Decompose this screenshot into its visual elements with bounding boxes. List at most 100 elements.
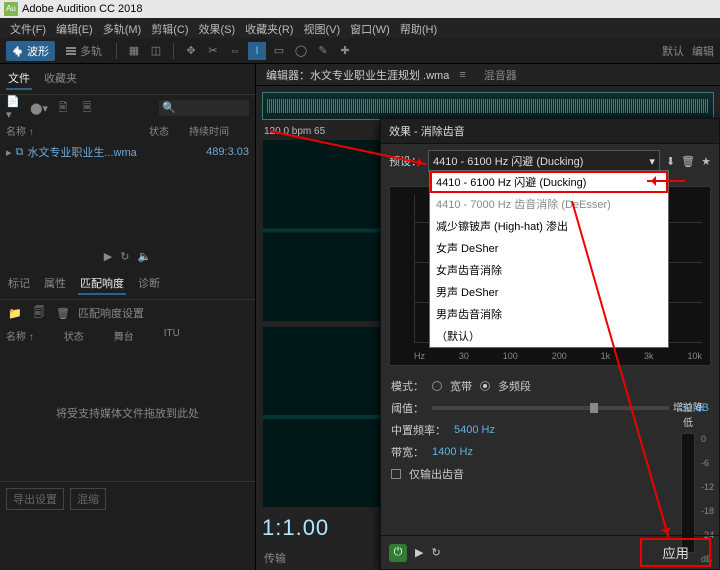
- template-icon[interactable]: 🗐: [30, 304, 48, 322]
- col2-itu[interactable]: ITU: [164, 328, 180, 343]
- preset-dropdown-list: 4410 - 6100 Hz 闪避 (Ducking) 4410 - 7000 …: [429, 170, 669, 348]
- preset-option[interactable]: 4410 - 7000 Hz 齿音消除 (DeEsser): [430, 193, 668, 215]
- col2-status[interactable]: 状态: [64, 328, 84, 343]
- preset-option[interactable]: 男声 DeSher: [430, 281, 668, 303]
- main-toolbar: 波形 多轨 ▦ ◫ ✥ ✂ ⇔ I ▭ ◯ ✎ ✚ 默认 编辑: [0, 38, 720, 64]
- insert-icon[interactable]: 🗏: [78, 99, 96, 117]
- view-multitrack-tab[interactable]: 多轨: [59, 41, 108, 61]
- col-duration[interactable]: 持续时间: [189, 123, 249, 138]
- tab-diagnostic[interactable]: 诊断: [136, 273, 162, 295]
- left-panel: 文件 收藏夹 📄▾ ⬤▾ 🖹 🗏 🔍 名称 ↑ 状态 持续时间 ▸ ⧉ 水文专业…: [0, 64, 256, 570]
- preview-loop-icon[interactable]: ↻: [120, 250, 129, 263]
- menu-favorites[interactable]: 收藏夹(R): [241, 20, 297, 36]
- tab-match-loudness[interactable]: 匹配响度: [78, 273, 126, 295]
- preset-option[interactable]: 男声齿音消除: [430, 303, 668, 325]
- preset-option[interactable]: 减少镲铍声 (High-hat) 渗出: [430, 215, 668, 237]
- fx-power-icon[interactable]: ⏻: [389, 544, 407, 562]
- expand-icon[interactable]: ▸: [6, 146, 12, 159]
- match-settings-label[interactable]: 匹配响度设置: [78, 305, 144, 321]
- mixer-tab[interactable]: 混音器: [484, 67, 517, 83]
- audio-file-icon: ⧉: [16, 146, 24, 159]
- workspace-edit[interactable]: 编辑: [692, 43, 714, 59]
- razor-tool-icon[interactable]: ✂: [204, 42, 222, 60]
- tab-files[interactable]: 文件: [6, 68, 32, 90]
- heal-tool-icon[interactable]: ✚: [336, 42, 354, 60]
- hud-toggle-icon[interactable]: ▦: [125, 42, 143, 60]
- dropzone[interactable]: 将受支持媒体文件拖放到此处: [10, 375, 245, 451]
- col2-name[interactable]: 名称 ↑: [6, 328, 34, 343]
- close-tab-icon[interactable]: ≡: [459, 69, 465, 81]
- file-row[interactable]: ▸ ⧉ 水文专业职业生...wma 489:3.03: [0, 142, 255, 162]
- menu-window[interactable]: 窗口(W): [346, 20, 394, 36]
- app-logo-icon: Au: [4, 2, 18, 16]
- preset-option[interactable]: 女声 DeSher: [430, 237, 668, 259]
- preset-option[interactable]: 女声齿音消除: [430, 259, 668, 281]
- apply-button[interactable]: 应用: [640, 538, 711, 567]
- waveform-label: 波形: [27, 43, 49, 59]
- multitrack-icon: [65, 45, 77, 57]
- menu-effects[interactable]: 效果(S): [195, 20, 240, 36]
- open-file-icon[interactable]: 📄▾: [6, 99, 24, 117]
- time-select-tool-icon[interactable]: I: [248, 42, 266, 60]
- overview-waveform[interactable]: [262, 92, 714, 120]
- separator: [116, 43, 117, 59]
- edit-icon[interactable]: 🖹: [54, 99, 72, 117]
- preview-play-icon[interactable]: ▶: [104, 250, 112, 263]
- col-status[interactable]: 状态: [149, 123, 189, 138]
- tab-favorites[interactable]: 收藏夹: [42, 68, 79, 90]
- export-settings-btn[interactable]: 导出设置: [6, 488, 64, 510]
- file-duration: 489:3.03: [206, 146, 249, 158]
- tab-marker[interactable]: 标记: [6, 273, 32, 295]
- axis-tick: 200: [552, 351, 567, 361]
- preview-autoplay-icon[interactable]: 🔈: [137, 250, 151, 263]
- favorite-icon[interactable]: ★: [701, 155, 711, 168]
- bandwidth-label: 带宽：: [391, 444, 424, 460]
- mode-label: 模式：: [391, 378, 424, 394]
- multitrack-label: 多轨: [80, 43, 102, 59]
- mode-multi-label: 多频段: [498, 378, 531, 394]
- output-only-checkbox[interactable]: [391, 469, 401, 479]
- col-name[interactable]: 名称 ↑: [6, 123, 149, 138]
- menu-multitrack[interactable]: 多轨(M): [99, 20, 146, 36]
- preset-option[interactable]: （默认）: [430, 325, 668, 347]
- workspace-default[interactable]: 默认: [662, 43, 684, 59]
- file-search-input[interactable]: 🔍: [159, 100, 249, 116]
- window-title: Adobe Audition CC 2018: [22, 3, 142, 15]
- mode-wide-radio[interactable]: [432, 381, 442, 391]
- output-only-label: 仅输出齿音: [409, 466, 464, 482]
- preset-option[interactable]: 4410 - 6100 Hz 闪避 (Ducking): [430, 171, 668, 193]
- menu-view[interactable]: 视图(V): [299, 20, 344, 36]
- center-freq-value[interactable]: 5400 Hz: [454, 424, 495, 436]
- spectral-toggle-icon[interactable]: ◫: [147, 42, 165, 60]
- mixdown-btn[interactable]: 混缩: [70, 488, 106, 510]
- col2-stage[interactable]: 舞台: [114, 328, 134, 343]
- timecode-display[interactable]: 1:1.00: [262, 515, 329, 541]
- editor-file-tab[interactable]: 编辑器：水文专业职业生涯规划 .wma: [262, 65, 453, 85]
- delete-preset-icon[interactable]: 🗑: [681, 155, 695, 168]
- preset-dropdown[interactable]: 4410 - 6100 Hz 闪避 (Ducking) ▾ 4410 - 610…: [428, 150, 660, 172]
- axis-tick: 1k: [601, 351, 611, 361]
- center-freq-label: 中置频率：: [391, 422, 446, 438]
- mode-multi-radio[interactable]: [480, 381, 490, 391]
- record-icon[interactable]: ⬤▾: [30, 99, 48, 117]
- view-waveform-tab[interactable]: 波形: [6, 41, 55, 61]
- meter-tick: -12: [701, 482, 714, 492]
- annotation-arrow: [647, 180, 685, 182]
- menu-clip[interactable]: 剪辑(C): [147, 20, 192, 36]
- marquee-tool-icon[interactable]: ▭: [270, 42, 288, 60]
- menu-file[interactable]: 文件(F): [6, 20, 50, 36]
- fx-preview-play-icon[interactable]: ▶: [415, 546, 423, 559]
- lasso-tool-icon[interactable]: ◯: [292, 42, 310, 60]
- move-tool-icon[interactable]: ✥: [182, 42, 200, 60]
- gain-reduction-meter: 增益降低 0 -6 -12 -18 -24 dB: [669, 399, 707, 557]
- slip-tool-icon[interactable]: ⇔: [226, 42, 244, 60]
- remove-icon[interactable]: 🗑: [54, 304, 72, 322]
- menu-help[interactable]: 帮助(H): [396, 20, 441, 36]
- brush-tool-icon[interactable]: ✎: [314, 42, 332, 60]
- fx-loop-icon[interactable]: ↻: [431, 546, 440, 559]
- open-icon[interactable]: 📁: [6, 304, 24, 322]
- save-preset-icon[interactable]: ⬇: [666, 155, 675, 168]
- bandwidth-value[interactable]: 1400 Hz: [432, 446, 473, 458]
- tab-property[interactable]: 属性: [42, 273, 68, 295]
- menu-edit[interactable]: 编辑(E): [52, 20, 97, 36]
